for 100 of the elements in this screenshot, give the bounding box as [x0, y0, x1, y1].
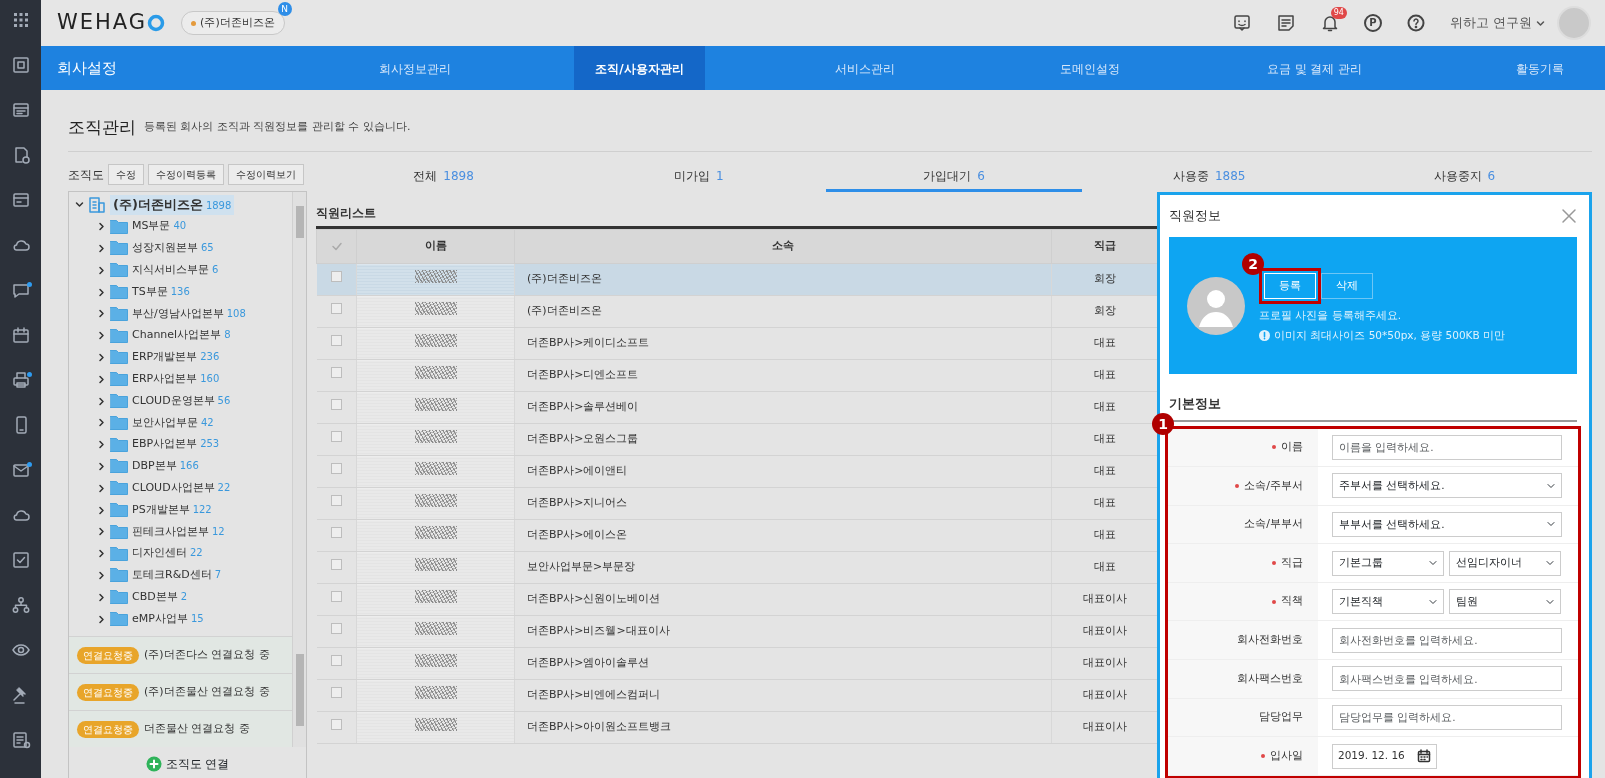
calendar-icon[interactable]	[10, 325, 31, 345]
input-field[interactable]: 담당업무를 입력하세요.	[1332, 704, 1562, 730]
tree-item[interactable]: CLOUD운영본부 56	[132, 392, 231, 410]
help-icon[interactable]	[1405, 13, 1426, 33]
status-tab[interactable]: 미가입 1	[571, 162, 827, 192]
chevron-icon[interactable]	[97, 592, 106, 602]
checkbox-icon[interactable]	[10, 550, 31, 570]
column-header: 소속	[514, 229, 1052, 264]
nav-tab[interactable]: 조직/사용자관리	[574, 46, 705, 90]
toolbar-button[interactable]: 수정이력등록	[148, 164, 224, 185]
chevron-icon[interactable]	[97, 265, 106, 275]
chat-icon[interactable]	[1231, 13, 1252, 33]
chevron-icon[interactable]	[97, 222, 106, 232]
chevron-icon[interactable]	[97, 440, 106, 450]
window-icon[interactable]	[10, 100, 31, 120]
chevron-icon[interactable]	[97, 374, 106, 384]
square-icon[interactable]	[10, 55, 31, 75]
tree-item[interactable]: ERP사업본부 160	[132, 371, 220, 388]
calendar-icon[interactable]	[1417, 749, 1431, 764]
chevron-icon[interactable]	[97, 331, 106, 341]
scrollbar[interactable]	[292, 636, 306, 747]
column-header: 이름	[356, 229, 515, 264]
chevron-icon[interactable]	[97, 396, 106, 406]
toolbar-button[interactable]: 수정	[108, 164, 144, 185]
scrollbar[interactable]	[292, 192, 306, 636]
status-tab[interactable]: 사용중지 6	[1336, 162, 1592, 192]
row-checkbox[interactable]	[330, 271, 342, 283]
org-chart-icon[interactable]	[10, 595, 31, 615]
select-field[interactable]: 부부서를 선택하세요.	[1332, 512, 1562, 537]
chevron-icon[interactable]	[97, 549, 106, 559]
row-checkbox[interactable]	[330, 367, 342, 379]
status-tab[interactable]: 전체 1898	[316, 162, 572, 192]
row-checkbox[interactable]	[330, 687, 342, 699]
chevron-icon[interactable]	[97, 505, 106, 515]
card-icon[interactable]	[10, 190, 31, 210]
chevron-icon[interactable]	[97, 309, 106, 319]
tree-item[interactable]: 성장지원본부 65	[132, 240, 214, 257]
chevron-icon[interactable]	[75, 200, 84, 210]
date-field[interactable]: 2019. 12. 16	[1332, 743, 1437, 769]
connect-org-button[interactable]: 조직도 연결	[145, 754, 230, 773]
printer-icon[interactable]	[10, 370, 31, 390]
point-button[interactable]: P	[1363, 14, 1382, 32]
select-field[interactable]: 선임디자이너	[1449, 550, 1561, 576]
tree-item[interactable]: (주)더존비즈온 1898	[110, 195, 235, 215]
tree-item[interactable]: DBP본부 166	[132, 458, 199, 475]
tree-item[interactable]: CBD본부 2	[132, 589, 188, 606]
request-text: 더존물산 연결요청 중	[144, 720, 250, 737]
select-field[interactable]: 주부서를 선택하세요.	[1332, 473, 1562, 499]
status-tab[interactable]: 사용중 1885	[1081, 162, 1337, 192]
chevron-icon[interactable]	[97, 614, 106, 624]
row-checkbox[interactable]	[330, 623, 342, 635]
close-icon[interactable]	[1561, 208, 1577, 224]
tree-item[interactable]: 토테크R&D센터 7	[132, 567, 222, 584]
tree-item[interactable]: eMP사업부 15	[132, 610, 204, 628]
chevron-icon[interactable]	[97, 527, 106, 537]
row-checkbox[interactable]	[330, 335, 342, 347]
row-checkbox[interactable]	[330, 527, 342, 539]
tree-item[interactable]: 지식서비스부문 6	[132, 262, 219, 279]
chevron-icon[interactable]	[97, 352, 106, 362]
select-field[interactable]: 기본직책	[1332, 589, 1444, 615]
row-checkbox[interactable]	[330, 463, 342, 475]
row-checkbox[interactable]	[330, 495, 342, 507]
chevron-icon[interactable]	[97, 244, 106, 253]
tree-item[interactable]: ERP개발본부 236	[132, 349, 220, 366]
tree-item[interactable]: MS부문 40	[132, 218, 187, 235]
row-checkbox[interactable]	[330, 559, 342, 571]
redacted-name	[414, 430, 457, 444]
tree-item[interactable]: PS개발본부 122	[132, 501, 212, 519]
user-menu[interactable]: 위하고 연구원	[1449, 13, 1545, 33]
row-checkbox[interactable]	[330, 431, 342, 443]
row-checkbox[interactable]	[330, 719, 342, 731]
note-icon[interactable]	[1275, 13, 1296, 33]
chevron-icon[interactable]	[97, 570, 106, 580]
tree-item[interactable]: 보안사업부문 42	[132, 414, 214, 432]
input-field[interactable]: 이름을 입력하세요.	[1332, 434, 1562, 460]
tree-item[interactable]: EBP사업본부 253	[132, 436, 220, 453]
chevron-icon[interactable]	[97, 461, 106, 471]
select-field[interactable]: 기본그룹	[1332, 550, 1444, 576]
chevron-icon[interactable]	[97, 418, 106, 428]
check-icon[interactable]	[330, 240, 343, 253]
toolbar-button[interactable]: 수정이력보기	[228, 164, 304, 185]
select-field[interactable]: 팀원	[1449, 589, 1561, 615]
company-selector[interactable]: (주)더존비즈온	[181, 10, 285, 36]
row-checkbox[interactable]	[330, 303, 342, 315]
tree-item[interactable]: 핀테크사업본부 12	[132, 523, 225, 541]
status-tab[interactable]: 가입대기 6	[826, 162, 1082, 192]
tree-item[interactable]: 디자인센터 22	[132, 545, 203, 562]
row-checkbox[interactable]	[330, 399, 342, 411]
chevron-icon[interactable]	[97, 287, 106, 297]
tree-item[interactable]: 부산/영남사업본부 108	[132, 305, 246, 323]
annotation-marker: 2	[1242, 252, 1264, 275]
tree-item[interactable]: Channel사업본부 8	[132, 327, 231, 344]
list-icon[interactable]	[10, 730, 31, 750]
tree-item[interactable]: TS부문 136	[132, 283, 190, 301]
input-field[interactable]: 회사팩스번호를 입력하세요.	[1332, 666, 1562, 692]
row-checkbox[interactable]	[330, 591, 342, 603]
input-field[interactable]: 회사전화번호를 입력하세요.	[1332, 627, 1562, 653]
row-checkbox[interactable]	[330, 655, 342, 667]
tree-item[interactable]: CLOUD사업본부 22	[132, 480, 231, 497]
chevron-icon[interactable]	[97, 483, 106, 493]
